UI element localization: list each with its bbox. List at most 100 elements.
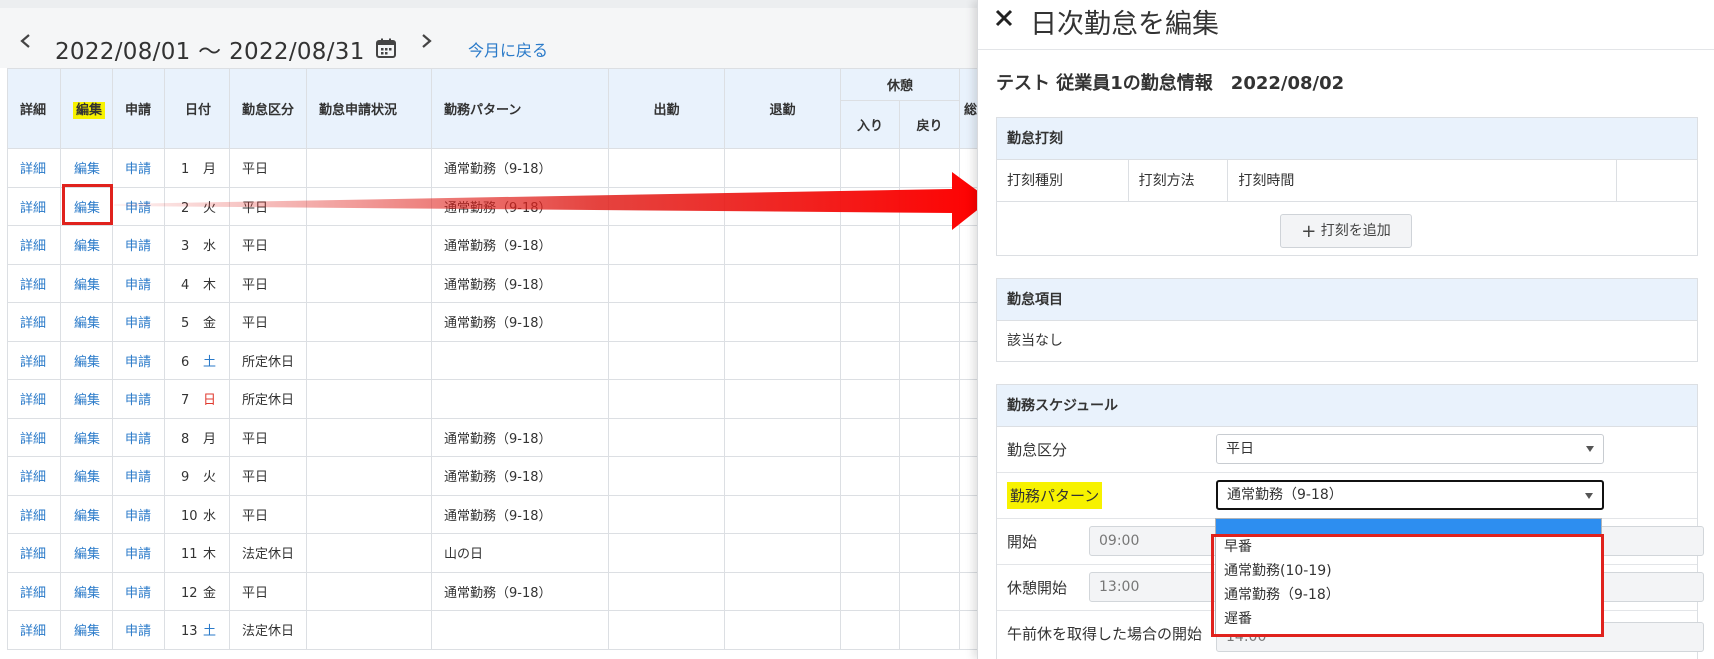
col-date: 日付	[164, 68, 230, 149]
detail-link-cell: 詳細	[7, 340, 61, 380]
close-icon[interactable]	[992, 6, 1016, 30]
clock-in-cell	[608, 456, 725, 496]
pattern-select[interactable]: 通常勤務（9-18）	[1216, 480, 1604, 510]
category-cell: 平日	[229, 456, 307, 496]
table-row: 詳細 編集 申請 7 日所定休日	[7, 379, 985, 419]
pattern-cell: 通常勤務（9-18）	[431, 225, 609, 265]
pattern-cell	[431, 340, 609, 380]
date-cell: 8月	[164, 417, 230, 457]
request-status-cell	[306, 379, 432, 419]
apply-link[interactable]: 申請	[125, 432, 151, 447]
edit-link-cell: 編集	[60, 302, 113, 342]
category-cell: 所定休日	[229, 340, 307, 380]
date-cell: 4木	[164, 263, 230, 303]
apply-link[interactable]: 申請	[125, 162, 151, 177]
detail-link[interactable]: 詳細	[20, 201, 46, 216]
apply-link[interactable]: 申請	[125, 278, 151, 293]
day-number: 10	[181, 508, 198, 524]
apply-link[interactable]: 申請	[125, 355, 151, 370]
calendar-icon[interactable]	[375, 37, 397, 59]
break-in-cell	[840, 148, 900, 188]
panel-title: 日次勤怠を編集	[1030, 9, 1219, 40]
detail-link-cell: 詳細	[7, 494, 61, 534]
apply-link[interactable]: 申請	[125, 547, 151, 562]
apply-link-cell: 申請	[112, 417, 165, 457]
pattern-cell: 通常勤務（9-18）	[431, 494, 609, 534]
clock-in-cell	[608, 417, 725, 457]
detail-link[interactable]: 詳細	[20, 316, 46, 331]
request-status-cell	[306, 571, 432, 611]
apply-link-cell: 申請	[112, 186, 165, 226]
stamp-header-row: 打刻種別 打刻方法 打刻時間	[997, 160, 1697, 202]
detail-link[interactable]: 詳細	[20, 162, 46, 177]
table-row: 詳細 編集 申請 12 金平日 通常勤務（9-18）	[7, 571, 985, 611]
pattern-cell	[431, 379, 609, 419]
edit-link[interactable]: 編集	[74, 278, 100, 293]
request-status-cell	[306, 533, 432, 573]
detail-link[interactable]: 詳細	[20, 624, 46, 639]
edit-link[interactable]: 編集	[74, 162, 100, 177]
weekday: 火	[203, 200, 217, 216]
detail-link[interactable]: 詳細	[20, 470, 46, 485]
employee-subject: テスト 従業員1の勤怠情報 2022/08/02	[996, 73, 1345, 94]
detail-link[interactable]: 詳細	[20, 432, 46, 447]
apply-link[interactable]: 申請	[125, 470, 151, 485]
col-pattern: 勤務パターン	[431, 68, 609, 149]
detail-link[interactable]: 詳細	[20, 586, 46, 601]
pattern-cell: 通常勤務（9-18）	[431, 148, 609, 188]
detail-link[interactable]: 詳細	[20, 355, 46, 370]
detail-link[interactable]: 詳細	[20, 278, 46, 293]
edit-link[interactable]: 編集	[74, 316, 100, 331]
break-in-cell	[840, 417, 900, 457]
detail-link[interactable]: 詳細	[20, 239, 46, 254]
prev-month-icon[interactable]	[14, 26, 38, 56]
edit-link[interactable]: 編集	[74, 547, 100, 562]
break-out-cell	[899, 340, 960, 380]
apply-link-cell: 申請	[112, 340, 165, 380]
clock-out-cell	[724, 302, 841, 342]
edit-link[interactable]: 編集	[74, 432, 100, 447]
table-row: 詳細 編集 申請 13 土法定休日	[7, 610, 985, 650]
items-heading: 勤怠項目	[997, 279, 1697, 321]
category-select[interactable]: 平日	[1216, 434, 1604, 464]
clock-in-cell	[608, 302, 725, 342]
apply-link-cell: 申請	[112, 571, 165, 611]
break-out-cell	[899, 417, 960, 457]
category-cell: 平日	[229, 148, 307, 188]
apply-link[interactable]: 申請	[125, 393, 151, 408]
edit-link[interactable]: 編集	[74, 586, 100, 601]
detail-link[interactable]: 詳細	[20, 547, 46, 562]
col-break-in: 入り	[840, 100, 900, 149]
apply-link[interactable]: 申請	[125, 239, 151, 254]
edit-link[interactable]: 編集	[74, 239, 100, 254]
apply-link[interactable]: 申請	[125, 509, 151, 524]
pattern-label: 勤務パターン	[1007, 482, 1103, 509]
request-status-cell	[306, 302, 432, 342]
table-row: 詳細 編集 申請 9 火平日 通常勤務（9-18）	[7, 456, 985, 496]
apply-link[interactable]: 申請	[125, 201, 151, 216]
add-stamp-button[interactable]: + 打刻を追加	[1280, 214, 1412, 248]
edit-link[interactable]: 編集	[74, 509, 100, 524]
edit-link[interactable]: 編集	[74, 624, 100, 639]
edit-link[interactable]: 編集	[74, 393, 100, 408]
dropdown-options-annotation	[1211, 534, 1604, 637]
edit-link-cell: 編集	[60, 494, 113, 534]
clock-in-cell	[608, 610, 725, 650]
edit-link[interactable]: 編集	[74, 355, 100, 370]
detail-link-cell: 詳細	[7, 379, 61, 419]
clock-out-cell	[724, 263, 841, 303]
day-number: 6	[181, 354, 190, 370]
edit-link-cell: 編集	[60, 610, 113, 650]
dropdown-selected-blank-option[interactable]	[1216, 519, 1601, 535]
back-to-this-month-link[interactable]: 今月に戻る	[468, 37, 548, 61]
start-label: 開始	[1007, 533, 1038, 551]
edit-link[interactable]: 編集	[74, 470, 100, 485]
apply-link[interactable]: 申請	[125, 624, 151, 639]
next-month-icon[interactable]	[414, 26, 438, 56]
apply-link[interactable]: 申請	[125, 316, 151, 331]
apply-link[interactable]: 申請	[125, 586, 151, 601]
detail-link[interactable]: 詳細	[20, 509, 46, 524]
detail-link[interactable]: 詳細	[20, 393, 46, 408]
day-number: 8	[181, 431, 190, 447]
weekday: 火	[203, 470, 217, 486]
